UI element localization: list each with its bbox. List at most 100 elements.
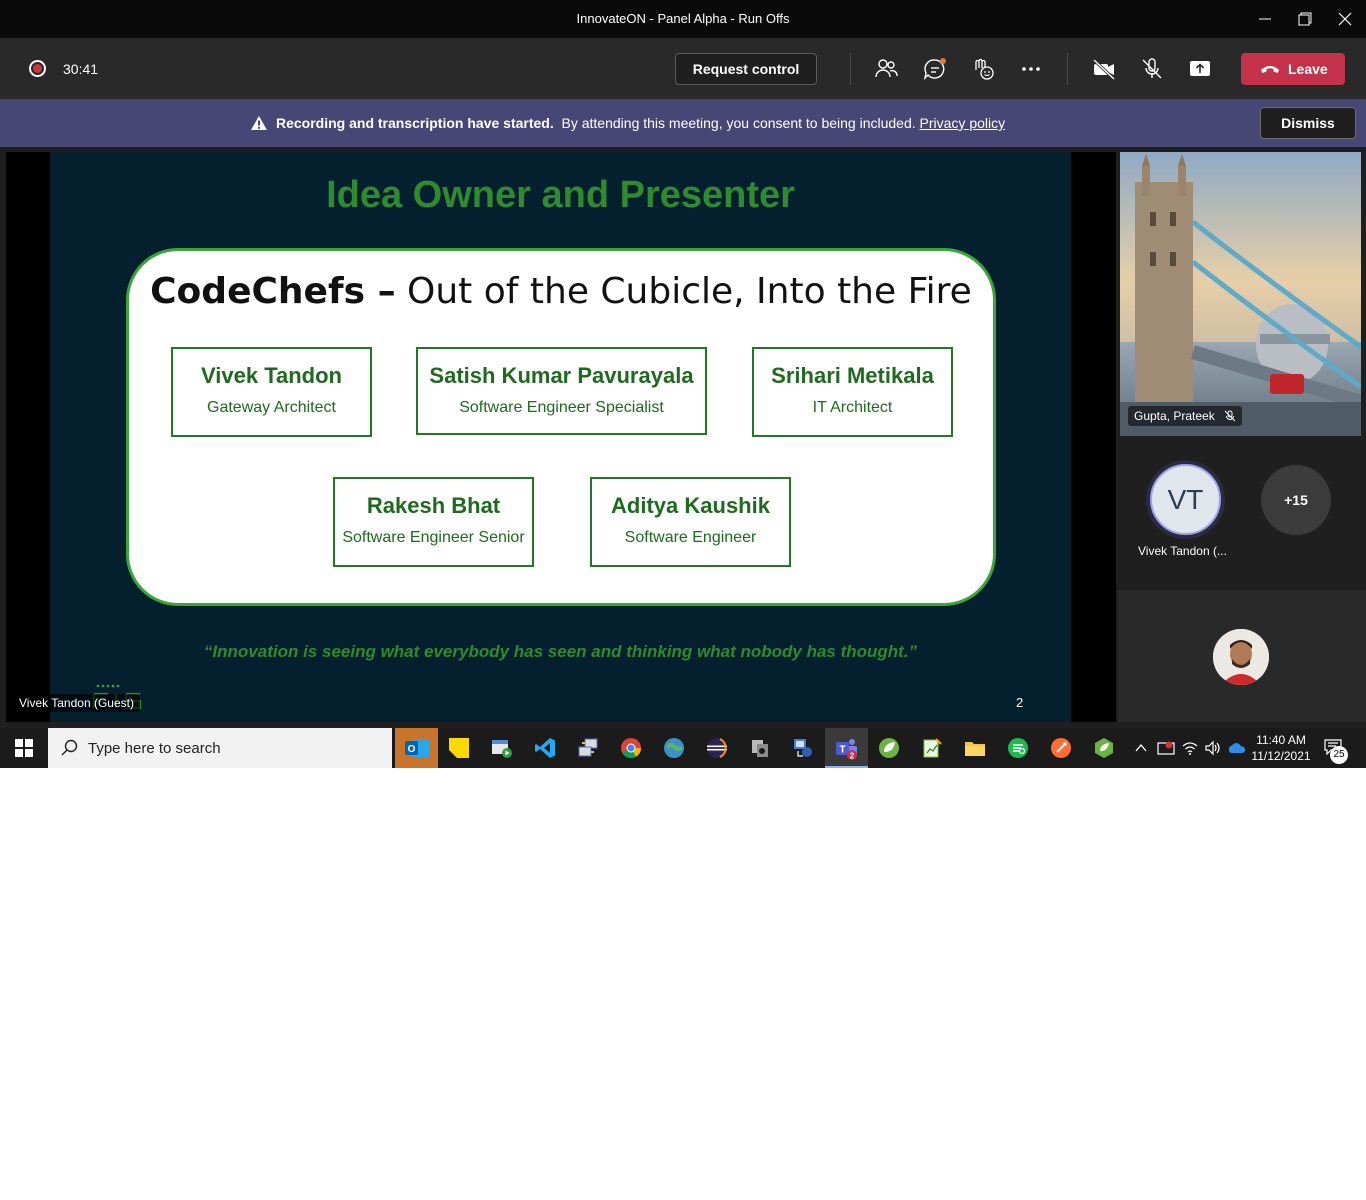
windows-icon [15, 739, 33, 757]
more-options-icon[interactable] [1018, 56, 1044, 82]
recording-banner: Recording and transcription have started… [0, 99, 1366, 147]
volume-icon[interactable] [1204, 740, 1222, 756]
window-title: InnovateON - Panel Alpha - Run Offs [576, 11, 790, 26]
onedrive-icon[interactable] [1227, 742, 1247, 754]
taskbar-app-network[interactable] [782, 728, 825, 768]
screen: InnovateON - Panel Alpha - Run Offs 30:4… [0, 0, 1366, 768]
team-name: CodeChefs – [150, 271, 396, 312]
clock-date: 11/12/2021 [1251, 749, 1311, 763]
wifi-icon[interactable] [1181, 740, 1199, 756]
banner-message: Recording and transcription have started… [276, 115, 1005, 131]
taskbar: Type here to search O T 2 11:40 AM 11/12… [0, 728, 1366, 768]
start-button[interactable] [0, 728, 48, 768]
taskbar-app-postman[interactable] [1040, 728, 1083, 768]
request-control-button[interactable]: Request control [675, 53, 817, 85]
toolbar-divider [1067, 53, 1068, 85]
more-participants-button[interactable]: +15 [1261, 465, 1331, 535]
vscode-icon [535, 738, 555, 758]
spotify-like-icon [1008, 738, 1028, 758]
participant-name-label: Gupta, Prateek [1128, 406, 1243, 426]
team-card: CodeChefs – Out of the Cubicle, Into the… [126, 248, 996, 606]
taskbar-app-chrome[interactable] [610, 728, 653, 768]
taskbar-app-media-player[interactable] [481, 728, 524, 768]
record-icon [29, 60, 46, 77]
postman-icon [1051, 738, 1071, 758]
chrome-icon [621, 738, 642, 759]
show-hidden-icons-icon[interactable] [1134, 742, 1148, 754]
meeting-toolbar: 30:41 Request control Leave [0, 38, 1366, 99]
notification-count-badge: 25 [1330, 746, 1348, 764]
file-explorer-icon [965, 742, 985, 756]
presenter-name-label: Vivek Tandon (Guest) [13, 694, 140, 712]
file-copy-icon [752, 740, 768, 757]
minimize-icon [1259, 18, 1271, 20]
toolbar-divider [850, 53, 851, 85]
avatar-initials: VT [1150, 464, 1221, 535]
taskbar-app-teams[interactable]: T2 [825, 728, 868, 768]
spring-boot-icon [1095, 738, 1113, 758]
outlook-icon: O [405, 739, 429, 757]
member-name: Srihari Metikala [771, 363, 934, 388]
network-icon [794, 739, 812, 757]
taskbar-app-sticky-notes[interactable] [438, 728, 481, 768]
remote-desktop-icon [578, 738, 598, 757]
slide-title: Idea Owner and Presenter [326, 174, 795, 216]
chat-icon[interactable] [922, 56, 948, 82]
teams-icon: T2 [836, 739, 857, 761]
taskbar-app-spring-boot[interactable] [1083, 728, 1126, 768]
team-tagline: Out of the Cubicle, Into the Fire [407, 271, 972, 312]
taskbar-app-vscode[interactable] [524, 728, 567, 768]
slide-page-number: 2 [1016, 695, 1024, 710]
taskbar-app-notepad[interactable] [911, 728, 954, 768]
restore-icon [1298, 12, 1312, 26]
member-card: Rakesh Bhat Software Engineer Senior [333, 477, 534, 567]
avatar[interactable]: VT [1146, 460, 1225, 539]
hang-up-icon [1261, 66, 1279, 73]
dismiss-button[interactable]: Dismiss [1260, 107, 1356, 139]
taskbar-app-finder[interactable] [997, 728, 1040, 768]
participants-icon[interactable] [873, 56, 899, 82]
reactions-icon[interactable] [970, 56, 996, 82]
self-avatar[interactable] [1213, 629, 1269, 685]
search-icon [61, 739, 78, 756]
taskbar-app-outlook[interactable]: O [395, 728, 438, 768]
meeting-timer: 30:41 [63, 61, 99, 77]
security-icon[interactable] [1157, 740, 1175, 756]
taskbar-clock[interactable]: 11:40 AM 11/12/2021 [1248, 732, 1314, 764]
mic-off-icon[interactable] [1139, 56, 1165, 82]
taskbar-app-file-explorer[interactable] [954, 728, 997, 768]
sticky-notes-icon [449, 738, 469, 758]
leave-button[interactable]: Leave [1241, 53, 1345, 85]
team-title: CodeChefs – Out of the Cubicle, Into the… [129, 271, 993, 312]
member-role: Software Engineer Specialist [459, 399, 664, 416]
participant-video-tile[interactable] [1120, 152, 1361, 436]
svg-text:T: T [839, 745, 845, 756]
slide-quote: “Innovation is seeing what everybody has… [203, 642, 918, 661]
share-screen-icon[interactable] [1187, 56, 1213, 82]
participant-video-frame [1120, 152, 1361, 436]
member-name: Satish Kumar Pavurayala [429, 363, 694, 388]
taskbar-search-box[interactable]: Type here to search [48, 728, 392, 768]
media-player-icon [492, 740, 512, 758]
banner-bold-text: Recording and transcription have started… [276, 115, 554, 131]
member-card: Aditya Kaushik Software Engineer [590, 477, 791, 567]
member-name: Vivek Tandon [200, 363, 342, 388]
taskbar-app-browser[interactable] [653, 728, 696, 768]
taskbar-app-file-copy[interactable] [739, 728, 782, 768]
taskbar-app-eclipse[interactable] [696, 728, 739, 768]
notepad-icon [923, 738, 942, 758]
taskbar-app-spring[interactable] [868, 728, 911, 768]
member-name: Rakesh Bhat [366, 493, 501, 518]
avatar-name: Vivek Tandon (... [1138, 544, 1227, 558]
close-window-button[interactable] [1322, 4, 1366, 34]
member-role: Software Engineer Senior [342, 529, 525, 546]
spring-icon [879, 738, 899, 758]
member-role: IT Architect [812, 399, 893, 416]
taskbar-app-remote-desktop[interactable] [567, 728, 610, 768]
privacy-policy-link[interactable]: Privacy policy [920, 115, 1006, 131]
self-avatar-photo [1213, 629, 1269, 685]
member-card: Srihari Metikala IT Architect [752, 347, 953, 437]
member-name: Aditya Kaushik [611, 493, 770, 518]
camera-off-icon[interactable] [1091, 56, 1117, 82]
mic-off-icon [1224, 410, 1236, 422]
